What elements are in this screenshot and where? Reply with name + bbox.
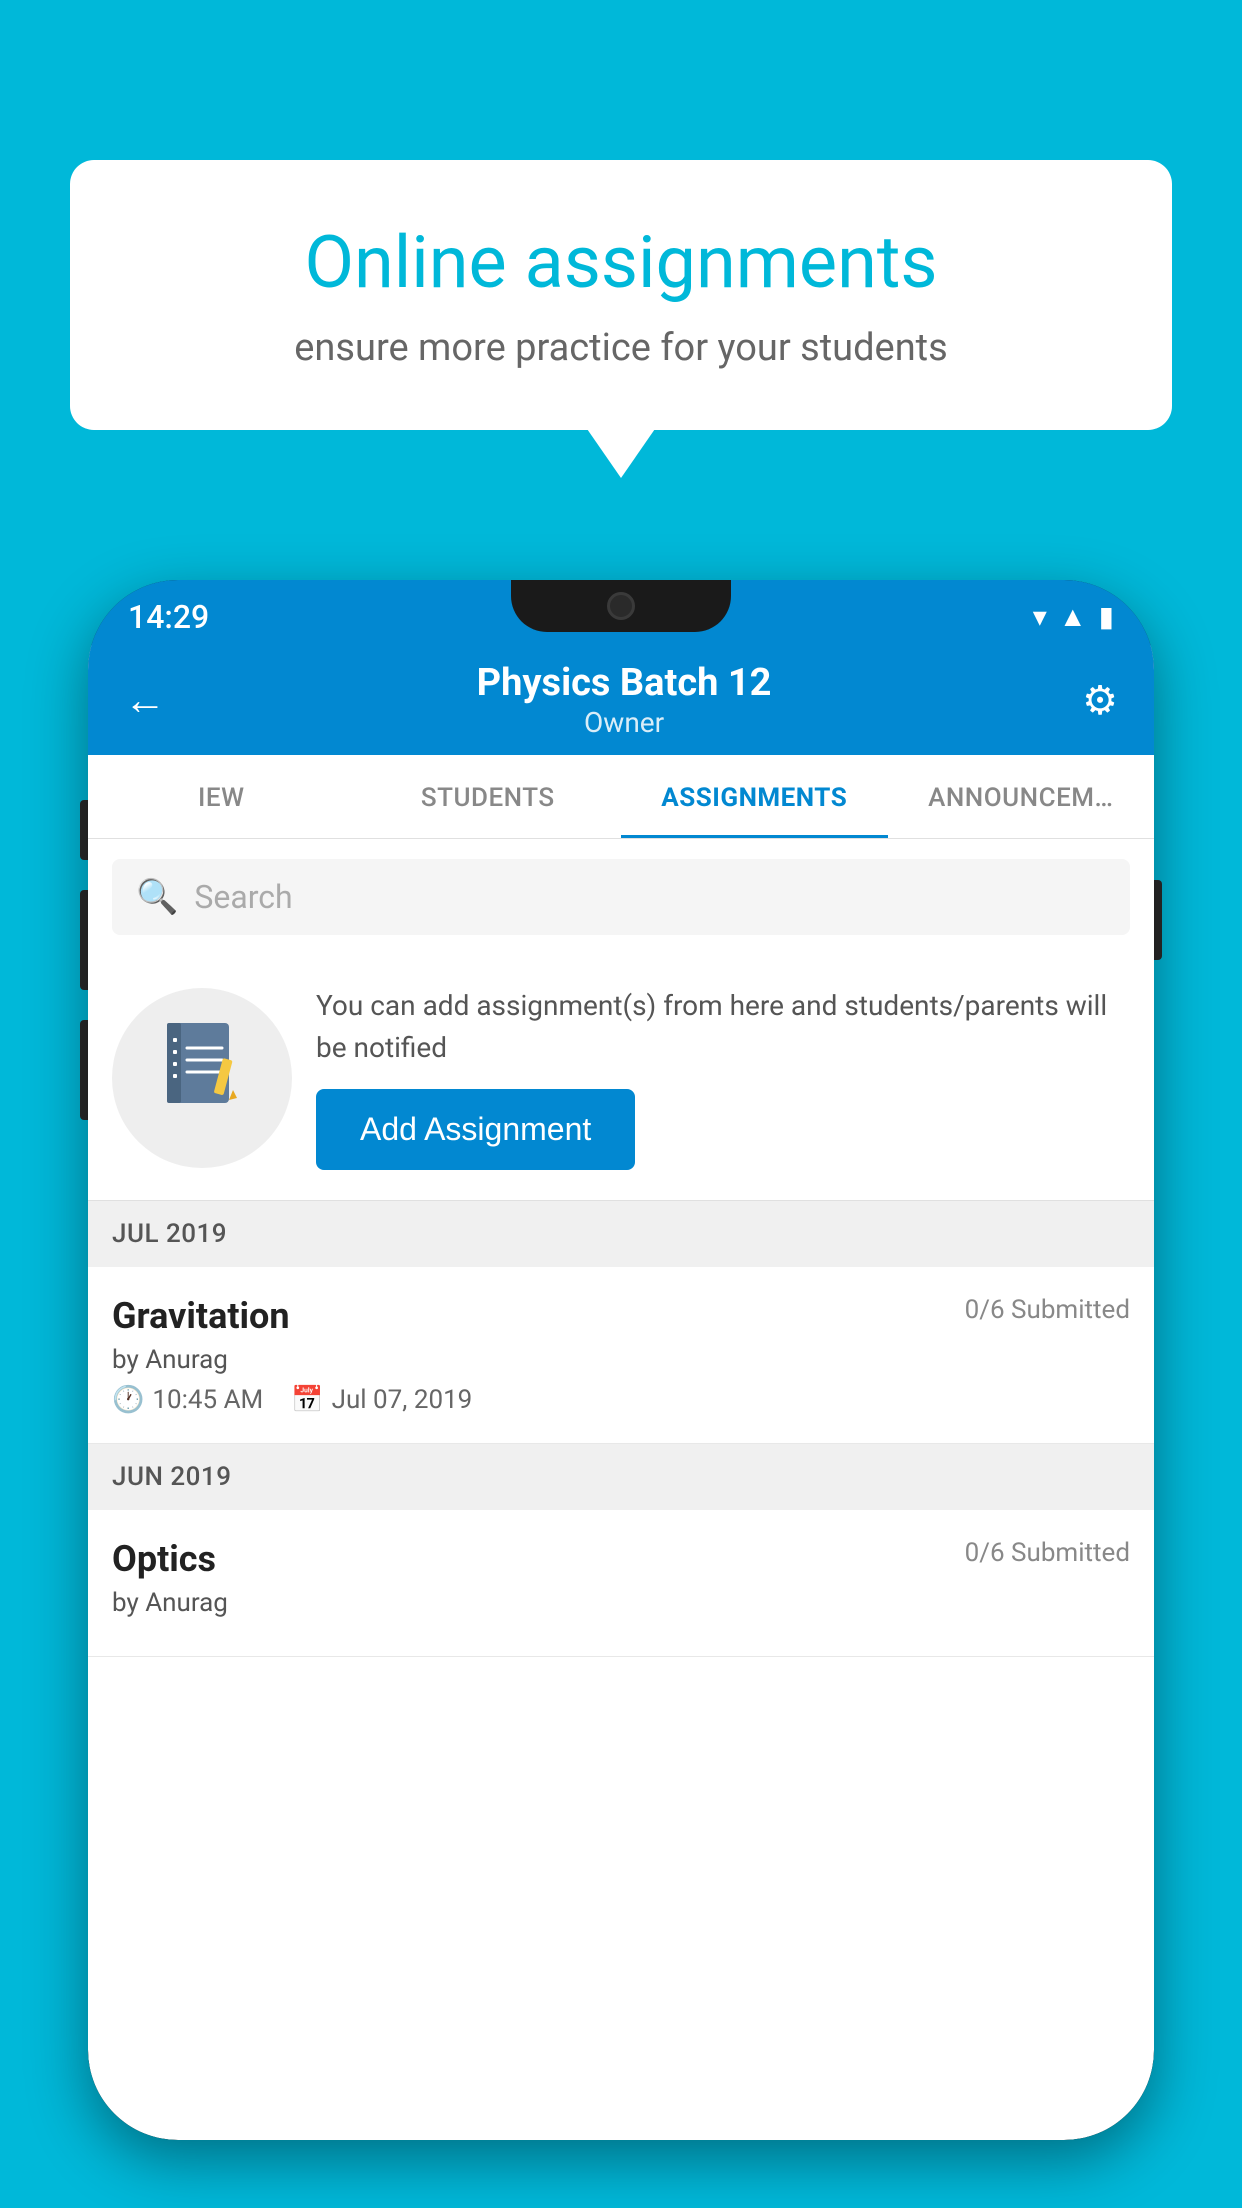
calendar-icon: 📅 bbox=[291, 1385, 323, 1415]
tab-students[interactable]: STUDENTS bbox=[355, 755, 622, 838]
settings-button[interactable]: ⚙ bbox=[1082, 677, 1118, 724]
side-button-left3 bbox=[80, 1020, 88, 1120]
search-bar[interactable]: 🔍 Search bbox=[112, 859, 1130, 935]
notch bbox=[511, 580, 731, 632]
speech-bubble-container: Online assignments ensure more practice … bbox=[70, 160, 1172, 430]
battery-icon: ▮ bbox=[1099, 600, 1114, 633]
status-time: 14:29 bbox=[128, 598, 209, 636]
promo-icon-circle bbox=[112, 988, 292, 1168]
assignment-submitted-optics: 0/6 Submitted bbox=[965, 1538, 1130, 1568]
assignment-item-gravitation[interactable]: Gravitation 0/6 Submitted by Anurag 🕐 10… bbox=[88, 1267, 1154, 1444]
assignment-row-top-optics: Optics 0/6 Submitted bbox=[112, 1538, 1130, 1580]
wifi-icon: ▾ bbox=[1033, 600, 1047, 633]
top-bar-title-area: Physics Batch 12 Owner bbox=[166, 661, 1082, 740]
status-icons: ▾ ▲ ▮ bbox=[1033, 600, 1114, 633]
top-bar-title: Physics Batch 12 bbox=[166, 661, 1082, 707]
promo-section: You can add assignment(s) from here and … bbox=[88, 955, 1154, 1201]
assignment-item-optics[interactable]: Optics 0/6 Submitted by Anurag bbox=[88, 1510, 1154, 1657]
bubble-title: Online assignments bbox=[140, 220, 1102, 306]
search-placeholder: Search bbox=[194, 878, 292, 916]
meta-time: 🕐 10:45 AM bbox=[112, 1385, 263, 1415]
tab-bar: IEW STUDENTS ASSIGNMENTS ANNOUNCEM… bbox=[88, 755, 1154, 839]
clock-icon: 🕐 bbox=[112, 1385, 144, 1415]
tab-assignments[interactable]: ASSIGNMENTS bbox=[621, 755, 888, 838]
side-button-left2 bbox=[80, 890, 88, 990]
top-bar-subtitle: Owner bbox=[166, 706, 1082, 739]
assignment-by-optics: by Anurag bbox=[112, 1588, 1130, 1618]
app-content: ← Physics Batch 12 Owner ⚙ IEW STUDENTS … bbox=[88, 645, 1154, 2140]
assignment-name: Gravitation bbox=[112, 1295, 290, 1337]
assignment-meta: 🕐 10:45 AM 📅 Jul 07, 2019 bbox=[112, 1385, 1130, 1415]
search-container: 🔍 Search bbox=[88, 839, 1154, 955]
assignment-row-top: Gravitation 0/6 Submitted bbox=[112, 1295, 1130, 1337]
assignment-name-optics: Optics bbox=[112, 1538, 216, 1580]
meta-date: 📅 Jul 07, 2019 bbox=[291, 1385, 472, 1415]
promo-description: You can add assignment(s) from here and … bbox=[316, 985, 1130, 1069]
assignment-by: by Anurag bbox=[112, 1345, 1130, 1375]
tab-iew[interactable]: IEW bbox=[88, 755, 355, 838]
assignment-submitted: 0/6 Submitted bbox=[965, 1295, 1130, 1325]
signal-icon: ▲ bbox=[1059, 600, 1087, 633]
top-bar: ← Physics Batch 12 Owner ⚙ bbox=[88, 645, 1154, 755]
promo-text-area: You can add assignment(s) from here and … bbox=[316, 985, 1130, 1170]
meta-time-value: 10:45 AM bbox=[152, 1385, 263, 1415]
notch-camera bbox=[607, 592, 635, 620]
add-assignment-button[interactable]: Add Assignment bbox=[316, 1089, 635, 1170]
speech-bubble: Online assignments ensure more practice … bbox=[70, 160, 1172, 430]
side-button-right bbox=[1154, 880, 1162, 960]
search-icon: 🔍 bbox=[136, 877, 178, 917]
phone-frame: 14:29 ▾ ▲ ▮ ← Physics Batch 12 Owner ⚙ I… bbox=[88, 580, 1154, 2140]
meta-date-value: Jul 07, 2019 bbox=[332, 1385, 473, 1415]
back-button[interactable]: ← bbox=[124, 676, 166, 725]
section-header-jul: JUL 2019 bbox=[88, 1201, 1154, 1267]
notebook-icon bbox=[157, 1018, 247, 1138]
bubble-subtitle: ensure more practice for your students bbox=[140, 326, 1102, 370]
side-button-left1 bbox=[80, 800, 88, 860]
phone-wrapper: 14:29 ▾ ▲ ▮ ← Physics Batch 12 Owner ⚙ I… bbox=[88, 580, 1154, 2208]
section-header-jun: JUN 2019 bbox=[88, 1444, 1154, 1510]
tab-announcements[interactable]: ANNOUNCEM… bbox=[888, 755, 1155, 838]
